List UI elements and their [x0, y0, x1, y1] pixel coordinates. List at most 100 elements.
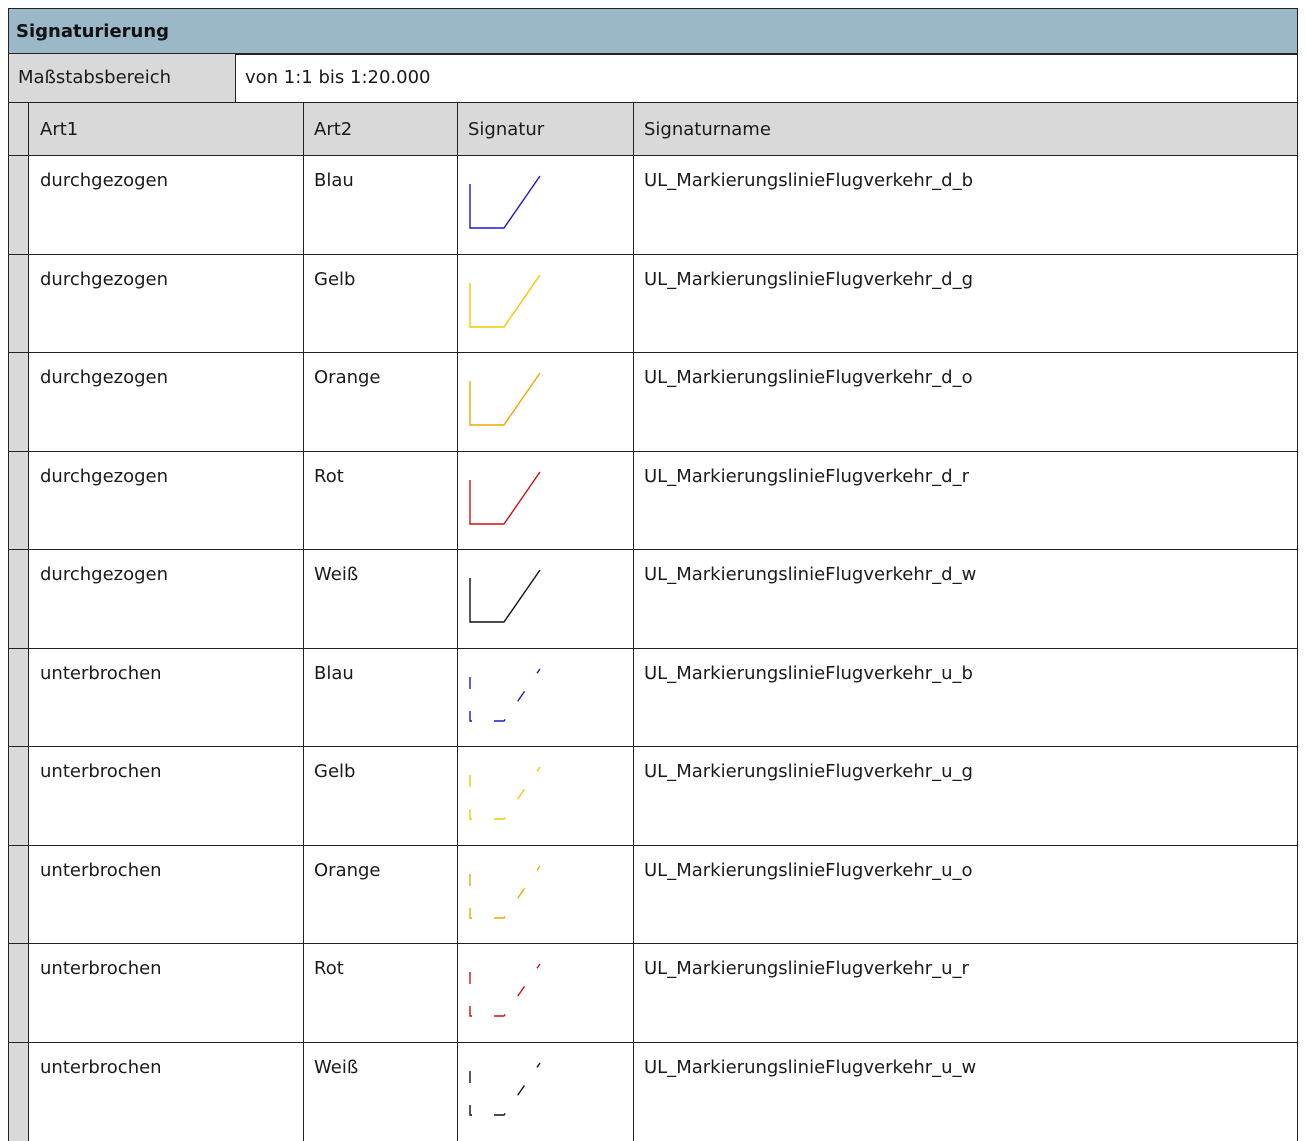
art1-value: unterbrochen [40, 860, 162, 881]
art1-value: unterbrochen [40, 761, 162, 782]
row-marker [8, 550, 29, 648]
art2-value: Rot [314, 958, 344, 979]
signaturname-value: UL_MarkierungslinieFlugverkehr_u_o [644, 860, 973, 881]
column-header-signaturname-label: Signaturname [644, 119, 771, 140]
signature-line [470, 472, 540, 524]
cell-signatur [458, 550, 634, 648]
table-row: unterbrochen Rot UL_MarkierungslinieFlugve… [8, 944, 1298, 1043]
art2-value: Weiß [314, 564, 358, 585]
row-marker [8, 353, 29, 451]
art2-value: Gelb [314, 269, 355, 290]
signaturname-value: UL_MarkierungslinieFlugverkehr_u_w [644, 1057, 976, 1078]
line-signature-icon [468, 172, 548, 234]
column-header-art1: Art1 [29, 103, 304, 155]
art1-value: unterbrochen [40, 958, 162, 979]
column-header-art2-label: Art2 [314, 119, 352, 140]
signature-line [470, 570, 540, 622]
cell-art1: durchgezogen [29, 452, 304, 550]
cell-art1: unterbrochen [29, 649, 304, 747]
cell-art1: durchgezogen [29, 255, 304, 353]
signature-table: Art1 Art2 Signatur Signaturname durchgez… [8, 103, 1298, 1141]
cell-signaturname: UL_MarkierungslinieFlugverkehr_d_r [634, 452, 1298, 550]
cell-signatur [458, 944, 634, 1042]
art1-value: durchgezogen [40, 564, 168, 585]
cell-art2: Orange [304, 353, 458, 451]
cell-signatur [458, 255, 634, 353]
cell-signaturname: UL_MarkierungslinieFlugverkehr_d_g [634, 255, 1298, 353]
cell-signatur [458, 846, 634, 944]
art1-value: unterbrochen [40, 1057, 162, 1078]
cell-signaturname: UL_MarkierungslinieFlugverkehr_d_o [634, 353, 1298, 451]
cell-signaturname: UL_MarkierungslinieFlugverkehr_d_w [634, 550, 1298, 648]
cell-art1: unterbrochen [29, 1043, 304, 1141]
cell-signaturname: UL_MarkierungslinieFlugverkehr_d_b [634, 156, 1298, 254]
art1-value: durchgezogen [40, 170, 168, 191]
table-row: unterbrochen Orange UL_MarkierungslinieFlu… [8, 846, 1298, 945]
table-row: durchgezogen Rot UL_MarkierungslinieFlugve… [8, 452, 1298, 551]
art2-value: Gelb [314, 761, 355, 782]
signaturname-value: UL_MarkierungslinieFlugverkehr_d_w [644, 564, 976, 585]
cell-art2: Blau [304, 156, 458, 254]
signature-line [470, 373, 540, 425]
cell-art2: Weiß [304, 550, 458, 648]
cell-signaturname: UL_MarkierungslinieFlugverkehr_u_b [634, 649, 1298, 747]
row-marker [8, 1043, 29, 1141]
scale-label-cell: Maßstabsbereich [8, 54, 236, 102]
signature-line [470, 275, 540, 327]
art1-value: durchgezogen [40, 466, 168, 487]
signature-line [470, 669, 540, 721]
table-row: unterbrochenBlauUL_MarkierungslinieFlugv… [8, 649, 1298, 748]
signaturname-value: UL_MarkierungslinieFlugverkehr_u_g [644, 761, 973, 782]
column-header-signaturname: Signaturname [634, 103, 1298, 155]
art2-value: Weiß [314, 1057, 358, 1078]
signature-sheet: Signaturierung Maßstabsbereich von 1:1 b… [8, 8, 1298, 1137]
column-header-signatur-label: Signatur [468, 119, 544, 140]
cell-art1: durchgezogen [29, 353, 304, 451]
cell-art1: durchgezogen [29, 550, 304, 648]
art1-value: durchgezogen [40, 367, 168, 388]
signature-line [470, 964, 540, 1016]
line-signature-icon [468, 763, 548, 825]
cell-art1: unterbrochen [29, 846, 304, 944]
scale-row: Maßstabsbereich von 1:1 bis 1:20.000 [8, 54, 1298, 103]
signature-line [470, 1063, 540, 1115]
cell-art1: durchgezogen [29, 156, 304, 254]
art1-value: durchgezogen [40, 269, 168, 290]
table-header-row: Art1 Art2 Signatur Signaturname [8, 103, 1298, 156]
column-header-signatur: Signatur [458, 103, 634, 155]
cell-art1: unterbrochen [29, 944, 304, 1042]
row-marker [8, 452, 29, 550]
line-signature-icon [468, 271, 548, 333]
line-signature-icon [468, 468, 548, 530]
column-header-art1-label: Art1 [40, 119, 78, 140]
signaturname-value: UL_MarkierungslinieFlugverkehr_u_b [644, 663, 973, 684]
row-marker [8, 255, 29, 353]
cell-signaturname: UL_MarkierungslinieFlugverkehr_u_r [634, 944, 1298, 1042]
cell-signaturname: UL_MarkierungslinieFlugverkehr_u_o [634, 846, 1298, 944]
scale-label: Maßstabsbereich [18, 67, 171, 88]
signature-line [470, 176, 540, 228]
cell-art2: Gelb [304, 747, 458, 845]
signaturname-value: UL_MarkierungslinieFlugverkehr_d_b [644, 170, 973, 191]
art2-value: Orange [314, 367, 381, 388]
line-signature-icon [468, 1059, 548, 1121]
cell-signatur [458, 452, 634, 550]
row-marker [8, 747, 29, 845]
art2-value: Blau [314, 170, 354, 191]
signaturname-value: UL_MarkierungslinieFlugverkehr_d_g [644, 269, 973, 290]
cell-art2: Rot [304, 944, 458, 1042]
table-row: durchgezogen Gelb UL_MarkierungslinieFlugv… [8, 255, 1298, 354]
cell-art2: Orange [304, 846, 458, 944]
cell-signatur [458, 747, 634, 845]
table-row: durchgezogen Orange UL_MarkierungslinieFlu… [8, 353, 1298, 452]
cell-art1: unterbrochen [29, 747, 304, 845]
cell-art2: Weiß [304, 1043, 458, 1141]
table-row: durchgezogen Weiß UL_MarkierungslinieFlugv… [8, 550, 1298, 649]
title-bar: Signaturierung [8, 8, 1298, 55]
table-row: unterbrochen Weiß UL_MarkierungslinieFlugv… [8, 1043, 1298, 1141]
scale-value: von 1:1 bis 1:20.000 [245, 67, 431, 88]
art2-value: Rot [314, 466, 344, 487]
row-marker [8, 156, 29, 254]
cell-signatur [458, 649, 634, 747]
cell-signaturname: UL_MarkierungslinieFlugverkehr_u_g [634, 747, 1298, 845]
